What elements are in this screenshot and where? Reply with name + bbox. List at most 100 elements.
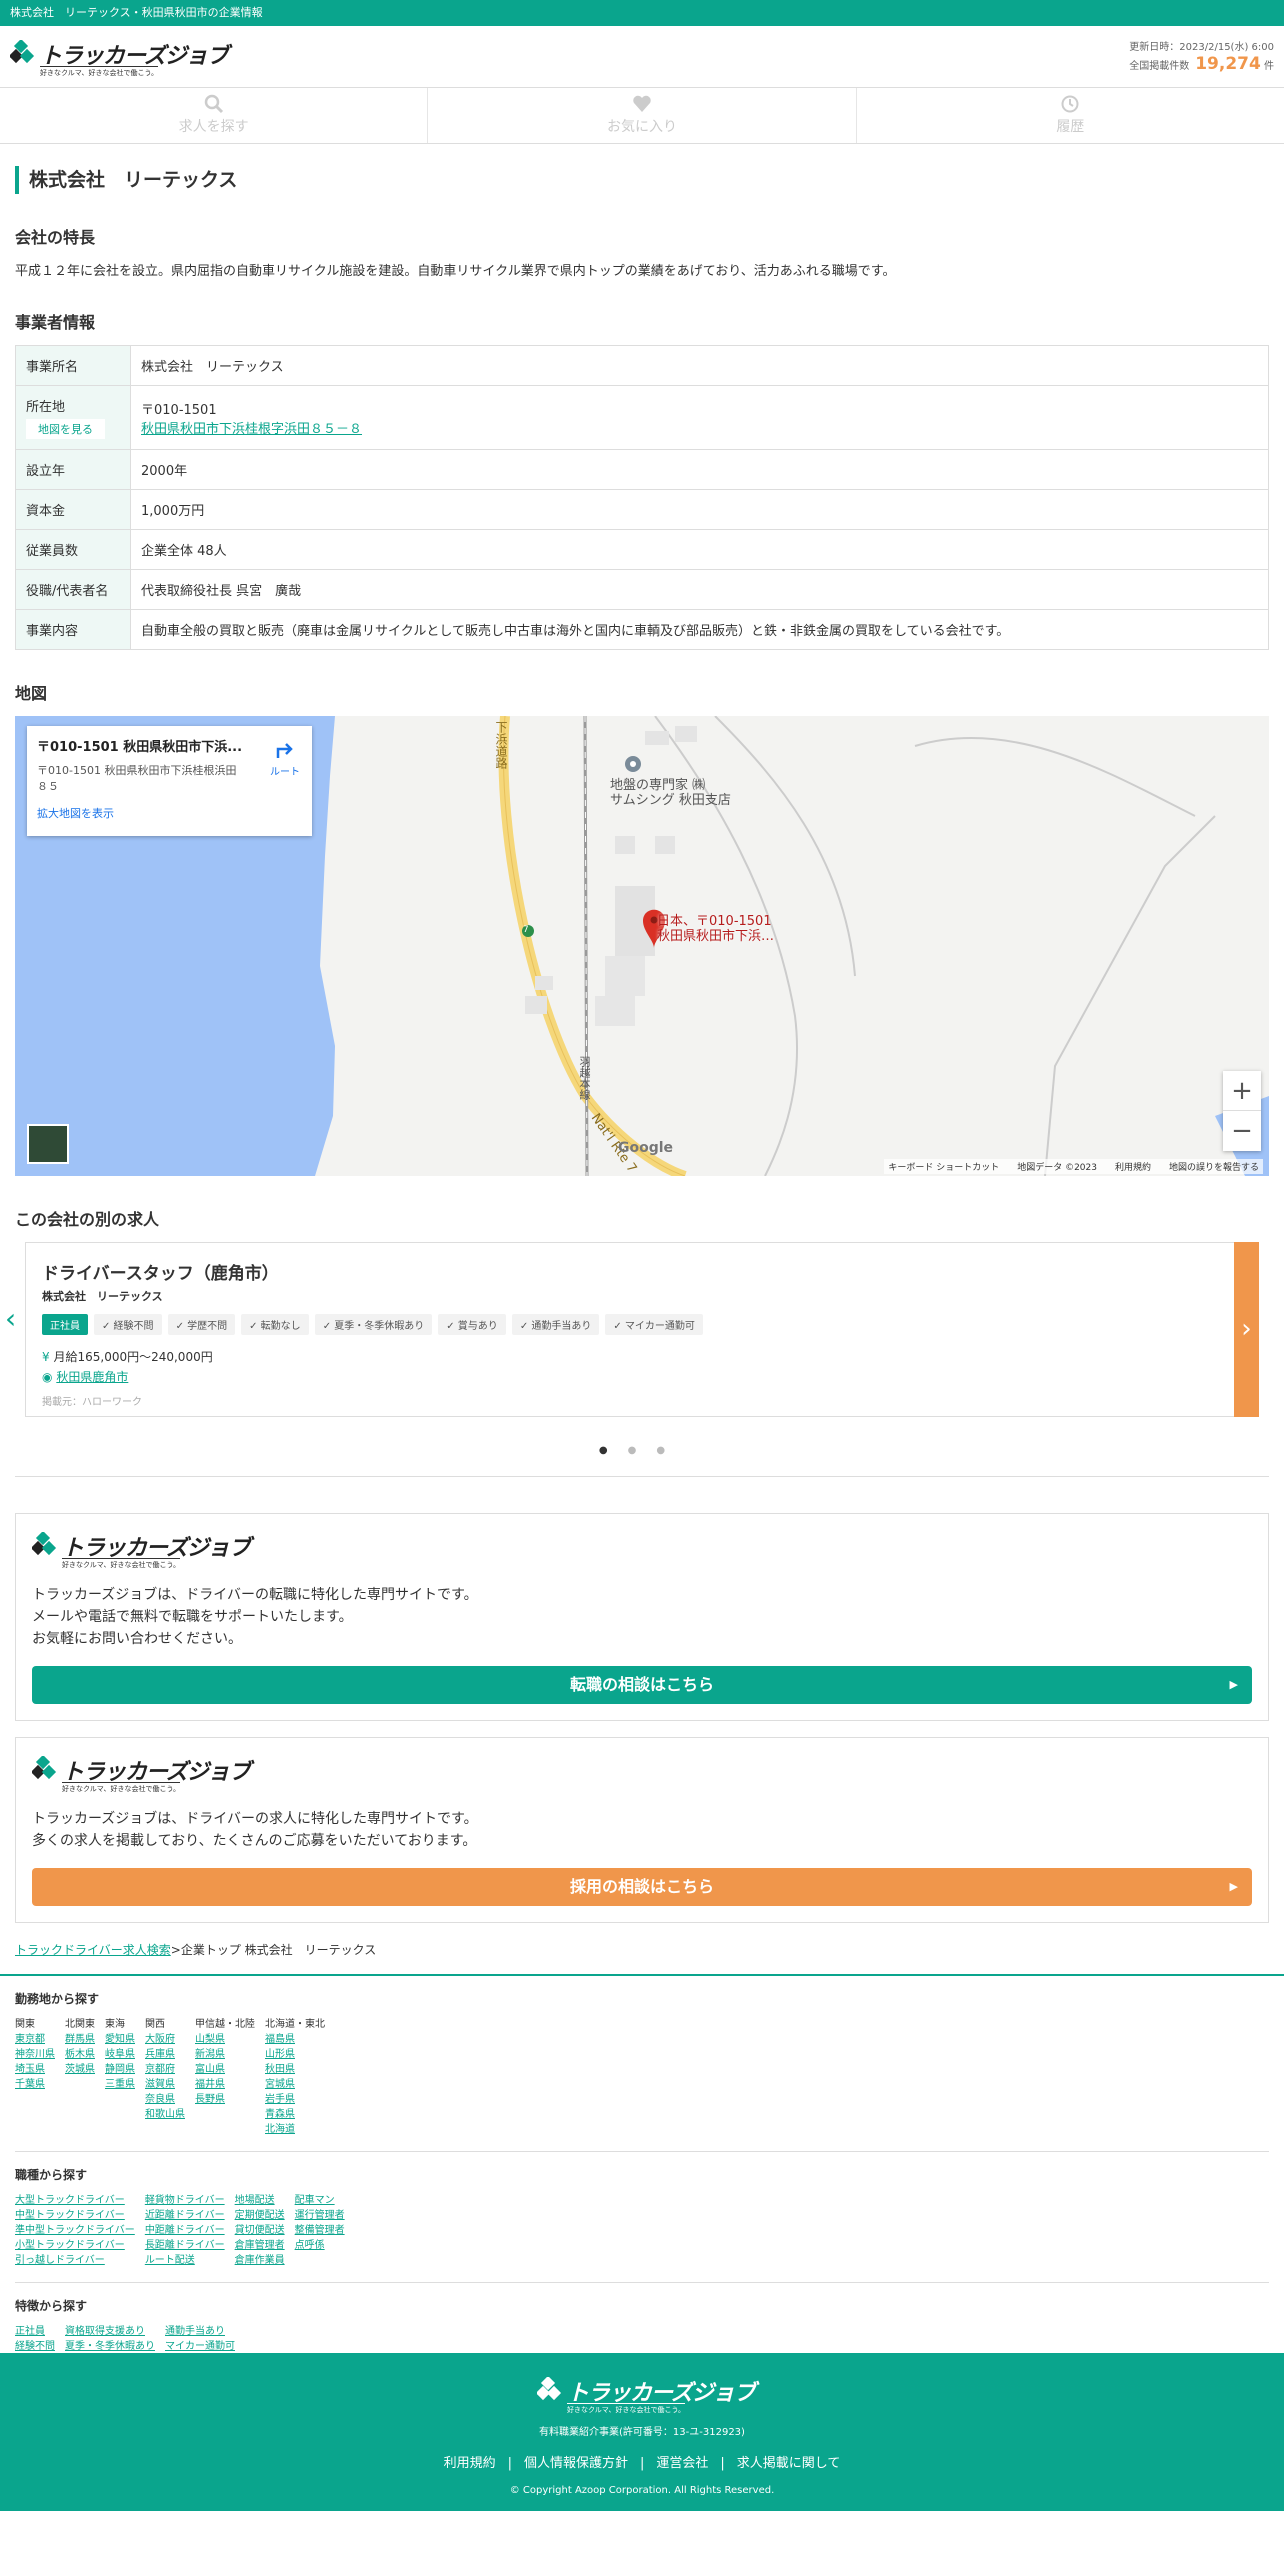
area-link[interactable]: 三重県	[105, 2077, 135, 2092]
history-icon	[1061, 95, 1079, 113]
logo-tagline: 好きなクルマ、好きな会社で働こう。	[62, 1782, 181, 1794]
carousel-dot[interactable]: ●	[656, 1445, 685, 1456]
area-link[interactable]: 滋賀県	[145, 2077, 185, 2092]
feature-link[interactable]: マイカー通勤可	[165, 2339, 265, 2354]
area-link[interactable]: 長野県	[195, 2092, 255, 2107]
area-link[interactable]: 秋田県	[265, 2062, 325, 2077]
job-type-link[interactable]: 配車マン	[295, 2193, 345, 2208]
satellite-toggle[interactable]	[27, 1124, 69, 1164]
table-row: 従業員数 企業全体 48人	[15, 529, 1269, 570]
area-link[interactable]: 山梨県	[195, 2032, 255, 2047]
carousel-dot[interactable]: ●	[599, 1445, 628, 1456]
job-type-link[interactable]: 大型トラックドライバー	[15, 2193, 135, 2208]
job-location-link[interactable]: 秋田県鹿角市	[56, 1370, 128, 1384]
area-link[interactable]: 東京都	[15, 2032, 55, 2047]
area-link[interactable]: 富山県	[195, 2062, 255, 2077]
map-info-card: 〒010-1501 秋田県秋田市下浜... 〒010-1501 秋田県秋田市下浜…	[27, 726, 312, 836]
route-button[interactable]: ルート	[270, 738, 300, 778]
table-row: 資本金 1,000万円	[15, 489, 1269, 530]
area-link[interactable]: 福井県	[195, 2077, 255, 2092]
company-link[interactable]: 運営会社	[656, 2456, 708, 2471]
area-link[interactable]: 神奈川県	[15, 2047, 55, 2062]
area-link[interactable]: 新潟県	[195, 2047, 255, 2062]
nav-history[interactable]: 履歴	[857, 88, 1284, 143]
area-link[interactable]: 京都府	[145, 2062, 185, 2077]
area-column: 甲信越・北陸 山梨県 新潟県 富山県 福井県 長野県	[195, 2017, 255, 2137]
area-link[interactable]: 青森県	[265, 2107, 325, 2122]
job-type-link[interactable]: 倉庫管理者	[235, 2238, 285, 2253]
job-type-link[interactable]: 運行管理者	[295, 2208, 345, 2223]
carousel-prev-icon[interactable]: ‹	[5, 1302, 16, 1335]
feature-link[interactable]: 夏季・冬季休暇あり	[65, 2339, 155, 2354]
job-type-link[interactable]: 点呼係	[295, 2238, 345, 2253]
area-link[interactable]: 千葉県	[15, 2077, 55, 2092]
area-link[interactable]: 北海道	[265, 2122, 325, 2137]
view-map-button[interactable]: 地図を見る	[26, 419, 105, 439]
job-type-link[interactable]: 整備管理者	[295, 2223, 345, 2238]
address-link[interactable]: 秋田県秋田市下浜桂根字浜田８５－８	[141, 422, 362, 437]
area-link[interactable]: 山形県	[265, 2047, 325, 2062]
feature-links-heading: 特徴から探す	[15, 2299, 88, 2313]
route-number: 7	[523, 925, 529, 935]
breadcrumb-home-link[interactable]: トラックドライバー求人検索	[15, 1943, 171, 1957]
terms-link[interactable]: 利用規約	[444, 2456, 496, 2471]
area-link[interactable]: 茨城県	[65, 2062, 95, 2077]
pin-label[interactable]: 日本、〒010-1501 秋田県秋田市下浜…	[657, 914, 774, 944]
area-link[interactable]: 岩手県	[265, 2092, 325, 2107]
job-type-link[interactable]: ルート配送	[145, 2253, 225, 2268]
site-logo[interactable]: トラッカーズジョブ 好きなクルマ、好きな会社で働こう。	[10, 38, 229, 78]
job-type-link[interactable]: 定期便配送	[235, 2208, 285, 2223]
hiring-consult-button[interactable]: 採用の相談はこちら ▶	[32, 1868, 1252, 1906]
carousel-next-icon[interactable]: ›	[1234, 1242, 1259, 1417]
row-value: 1,000万円	[130, 489, 1269, 530]
job-type-link[interactable]: 近距離ドライバー	[145, 2208, 225, 2223]
area-link[interactable]: 宮城県	[265, 2077, 325, 2092]
google-map[interactable]: 地盤の専門家 ㈱サムシング 秋田支店 日本、〒010-1501 秋田県秋田市下浜……	[15, 716, 1269, 1176]
area-link[interactable]: 大阪府	[145, 2032, 185, 2047]
feature-link[interactable]: 経験不問	[15, 2339, 55, 2354]
feature-link[interactable]: 通勤手当あり	[165, 2324, 265, 2339]
job-type-link[interactable]: 地場配送	[235, 2193, 285, 2208]
zoom-in-button[interactable]: +	[1223, 1071, 1261, 1111]
area-link[interactable]: 群馬県	[65, 2032, 95, 2047]
job-type-link[interactable]: 小型トラックドライバー	[15, 2238, 135, 2253]
footer-logo[interactable]: トラッカーズジョブ 好きなクルマ、好きな会社で働こう。	[537, 2375, 756, 2419]
area-link[interactable]: 埼玉県	[15, 2062, 55, 2077]
zoom-out-button[interactable]: −	[1223, 1111, 1261, 1151]
feature-link[interactable]: 資格取得支援あり	[65, 2324, 155, 2339]
carousel-dot[interactable]: ●	[628, 1445, 657, 1456]
area-link[interactable]: 岐阜県	[105, 2047, 135, 2062]
area-link[interactable]: 兵庫県	[145, 2047, 185, 2062]
area-link[interactable]: 和歌山県	[145, 2107, 185, 2122]
job-type-link[interactable]: 長距離ドライバー	[145, 2238, 225, 2253]
poi-label[interactable]: 地盤の専門家 ㈱サムシング 秋田支店	[610, 778, 731, 808]
career-consult-button[interactable]: 転職の相談はこちら ▶	[32, 1666, 1252, 1704]
nav-favorite[interactable]: お気に入り	[428, 88, 857, 143]
other-jobs-heading: この会社の別の求人	[15, 1210, 160, 1229]
job-type-link[interactable]: 倉庫作業員	[235, 2253, 285, 2268]
job-count: 19,274	[1195, 54, 1261, 74]
job-type-link[interactable]: 貸切便配送	[235, 2223, 285, 2238]
feature-text: 平成１２年に会社を設立。県内屈指の自動車リサイクル施設を建設。自動車リサイクル業…	[15, 264, 896, 279]
privacy-link[interactable]: 個人情報保護方針	[524, 2456, 628, 2471]
job-type-link[interactable]: 中型トラックドライバー	[15, 2208, 135, 2223]
area-region: 北海道・東北	[265, 2019, 325, 2030]
job-card[interactable]: ドライバースタッフ（鹿角市） 株式会社 リーテックス 正社員 ✓ 経験不問 ✓ …	[25, 1242, 1245, 1417]
job-title[interactable]: ドライバースタッフ（鹿角市）	[42, 1259, 1228, 1284]
map-footer[interactable]: キーボード ショートカット 地図データ ©2023 利用規約 地図の誤りを報告す…	[884, 1159, 1263, 1174]
nav-search[interactable]: 求人を探す	[0, 88, 429, 143]
area-link[interactable]: 奈良県	[145, 2092, 185, 2107]
feature-link[interactable]: 正社員	[15, 2324, 55, 2339]
area-column: 関西 大阪府 兵庫県 京都府 滋賀県 奈良県 和歌山県	[145, 2017, 185, 2137]
listing-link[interactable]: 求人掲載に関して	[737, 2456, 841, 2471]
table-row: 事業所名 株式会社 リーテックス	[15, 345, 1269, 386]
area-link[interactable]: 愛知県	[105, 2032, 135, 2047]
enlarge-map-link[interactable]: 拡大地図を表示	[37, 805, 302, 821]
job-type-link[interactable]: 準中型トラックドライバー	[15, 2223, 135, 2238]
area-link[interactable]: 栃木県	[65, 2047, 95, 2062]
job-type-link[interactable]: 引っ越しドライバー	[15, 2253, 135, 2268]
area-link[interactable]: 静岡県	[105, 2062, 135, 2077]
area-link[interactable]: 福島県	[265, 2032, 325, 2047]
job-type-link[interactable]: 軽貨物ドライバー	[145, 2193, 225, 2208]
job-type-link[interactable]: 中距離ドライバー	[145, 2223, 225, 2238]
